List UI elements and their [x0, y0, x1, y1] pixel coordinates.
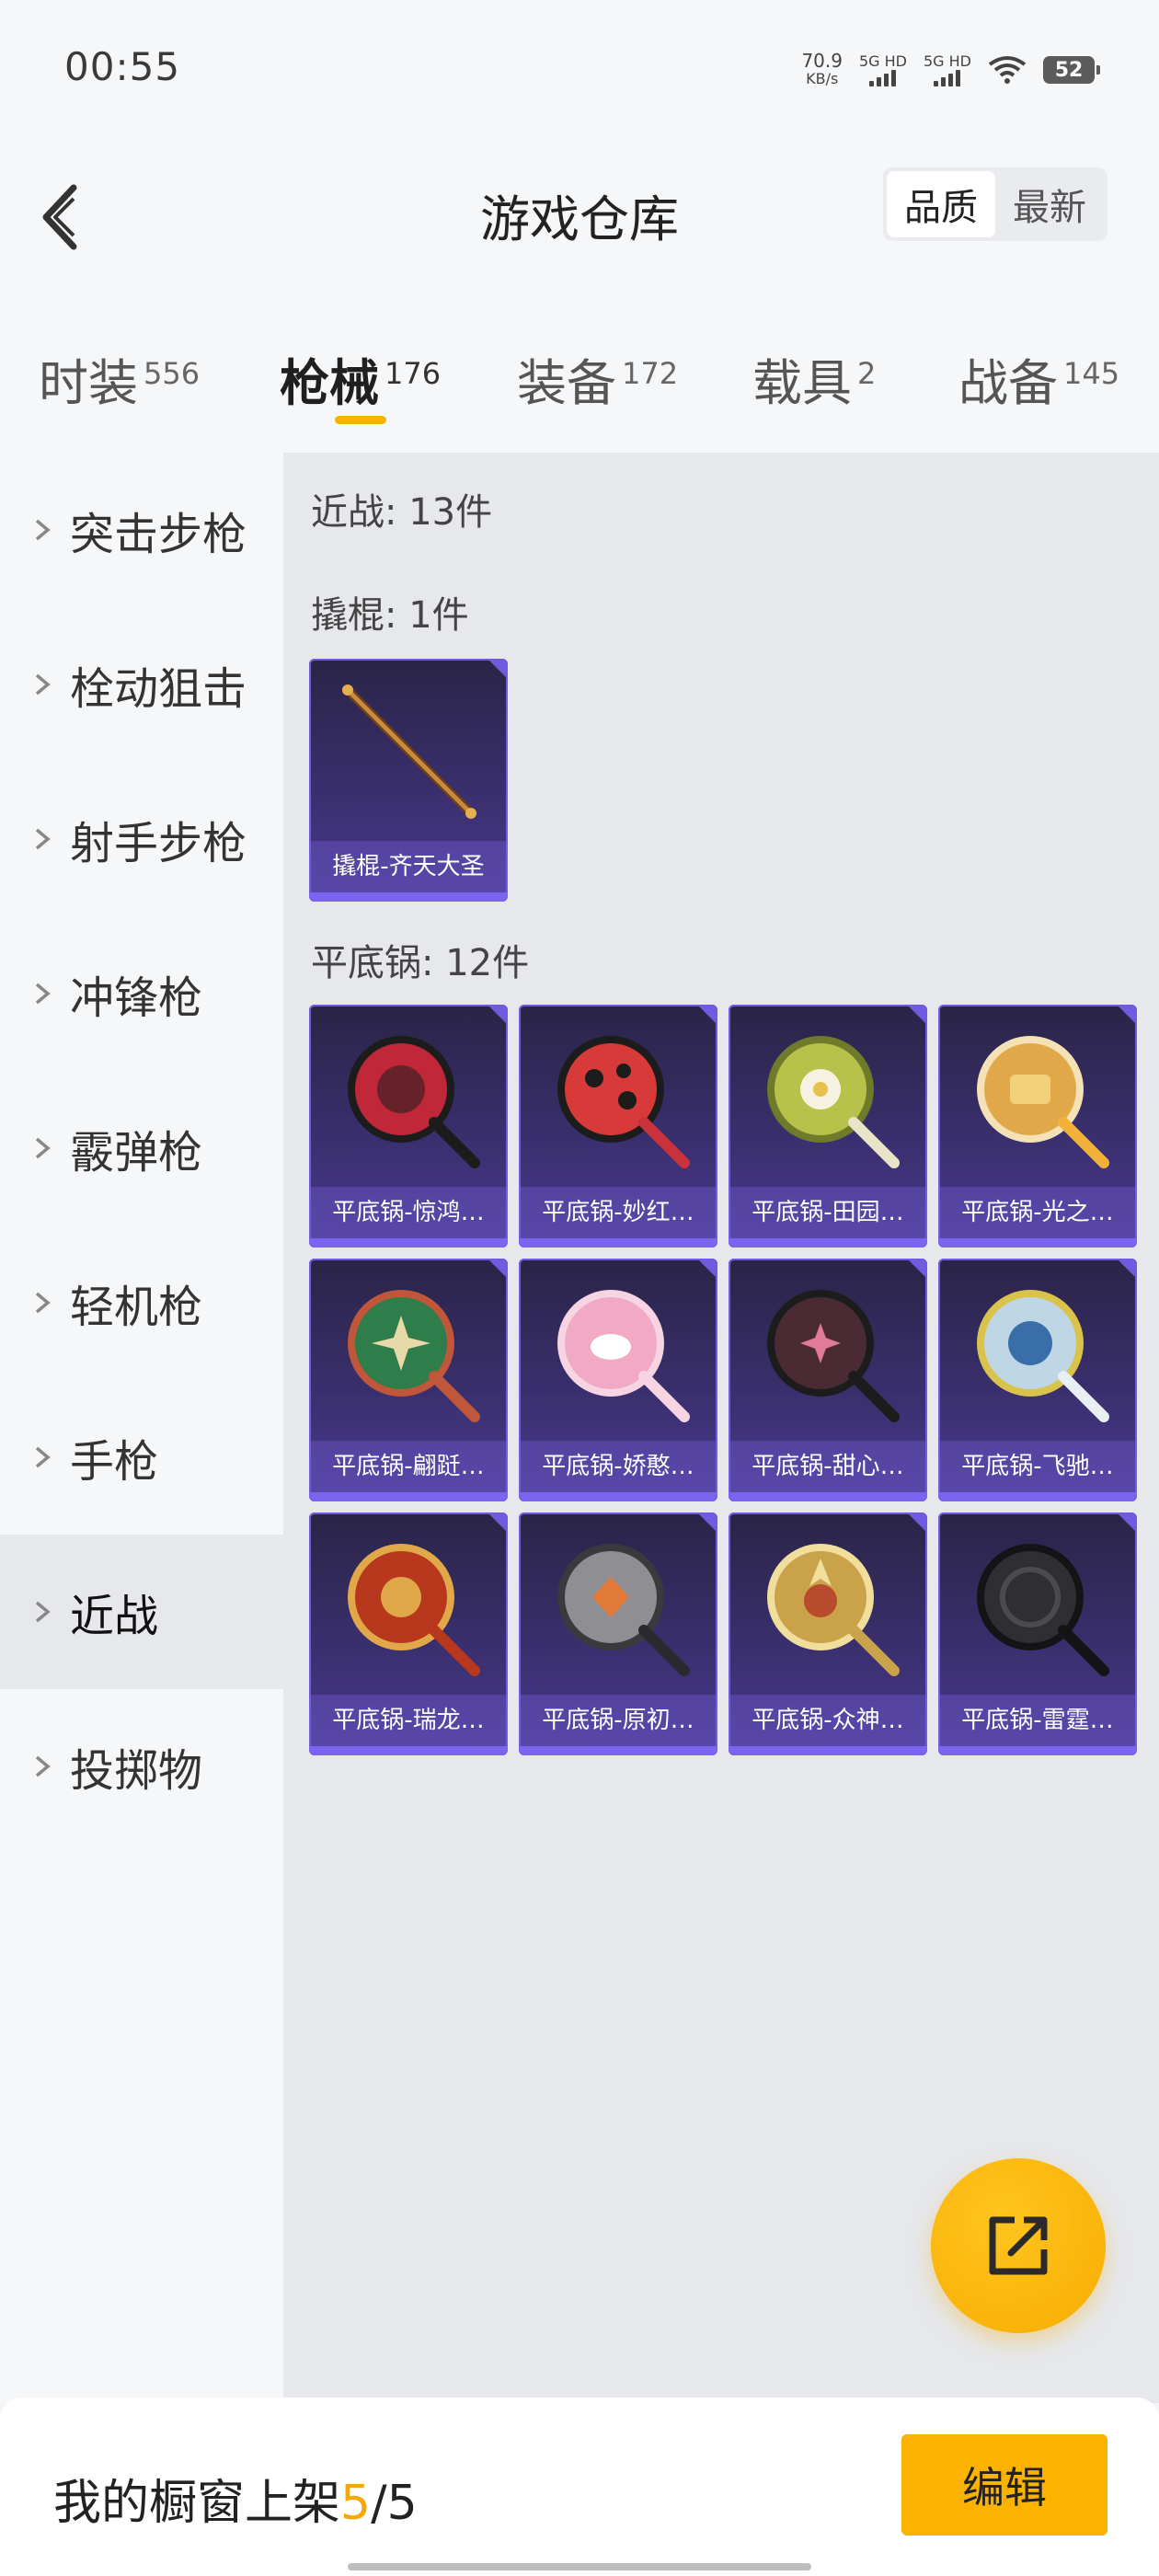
- pan-icon: [977, 1544, 1109, 1676]
- tab-equipment[interactable]: 装备 172: [517, 342, 678, 415]
- item-card[interactable]: 平底锅-田园…: [729, 1005, 927, 1248]
- tab-guns[interactable]: 枪械 176: [280, 342, 441, 424]
- tab-supplies[interactable]: 战备 145: [958, 342, 1119, 415]
- chevron-right-icon: [35, 1137, 51, 1159]
- pan-icon: [348, 1290, 480, 1422]
- item-name: 平底锅-光之…: [938, 1187, 1137, 1238]
- status-time: 00:55: [64, 44, 181, 89]
- item-name: 平底锅-原初…: [519, 1695, 717, 1746]
- item-name: 平底锅-惊鸿…: [309, 1187, 508, 1238]
- item-card[interactable]: 平底锅-娇憨…: [519, 1259, 717, 1501]
- weapon-category-sidebar: 突击步枪 栓动狙击 射手步枪 冲锋枪 霰弹枪 轻机枪 手枪 近战 投掷物: [0, 453, 283, 2403]
- item-name: 平底锅-翩跹…: [309, 1441, 508, 1492]
- item-card[interactable]: 平底锅-甜心…: [729, 1259, 927, 1501]
- item-card[interactable]: 平底锅-众神…: [729, 1512, 927, 1755]
- item-name: 平底锅-田园…: [729, 1187, 927, 1238]
- signal-icon-sim1: 5G HD: [859, 53, 907, 86]
- chevron-right-icon: [35, 1446, 51, 1468]
- item-card[interactable]: 平底锅-飞驰…: [938, 1259, 1137, 1501]
- pan-icon: [767, 1290, 900, 1422]
- wifi-icon: [988, 56, 1027, 84]
- item-card[interactable]: 平底锅-瑞龙…: [309, 1512, 508, 1755]
- inventory-content: 近战: 13件 撬棍: 1件 撬棍-齐天大圣 平底锅: 12件 平底锅-惊鸿… …: [283, 453, 1159, 2403]
- item-name: 平底锅-妙红…: [519, 1187, 717, 1238]
- tab-vehicles[interactable]: 载具 2: [752, 342, 876, 415]
- item-name: 平底锅-雷霆…: [938, 1695, 1137, 1746]
- item-card[interactable]: 平底锅-惊鸿…: [309, 1005, 508, 1248]
- pan-icon: [767, 1036, 900, 1168]
- sidebar-item-assault-rifle[interactable]: 突击步枪: [0, 453, 283, 607]
- sidebar-item-marksman-rifle[interactable]: 射手步枪: [0, 762, 283, 916]
- item-name: 撬棍-齐天大圣: [309, 841, 508, 892]
- sort-quality-button[interactable]: 品质: [887, 171, 995, 237]
- showcase-current-count: 5: [340, 2476, 372, 2531]
- chevron-right-icon: [35, 1601, 51, 1623]
- share-button[interactable]: [931, 2158, 1106, 2333]
- tab-fashion[interactable]: 时装 556: [39, 342, 200, 415]
- item-name: 平底锅-甜心…: [729, 1441, 927, 1492]
- item-name: 平底锅-众神…: [729, 1695, 927, 1746]
- sidebar-item-smg[interactable]: 冲锋枪: [0, 916, 283, 1071]
- sidebar-item-melee[interactable]: 近战: [0, 1535, 283, 1689]
- edit-button[interactable]: 编辑: [901, 2434, 1107, 2536]
- page-header: 游戏仓库 品质 最新: [0, 116, 1159, 291]
- sidebar-item-lmg[interactable]: 轻机枪: [0, 1225, 283, 1380]
- sidebar-item-shotgun[interactable]: 霰弹枪: [0, 1071, 283, 1225]
- showcase-status: 我的橱窗上架5/5: [53, 2476, 418, 2531]
- sidebar-item-pistol[interactable]: 手枪: [0, 1380, 283, 1535]
- chevron-right-icon: [35, 1755, 51, 1777]
- share-icon: [989, 2216, 1048, 2275]
- status-icons: 70.9 KB/s 5G HD 5G HD 52: [801, 48, 1100, 92]
- net-speed: 70.9 KB/s: [801, 50, 843, 87]
- chevron-right-icon: [35, 983, 51, 1005]
- home-indicator: [348, 2563, 811, 2570]
- bottom-bar: 我的橱窗上架5/5 编辑: [0, 2398, 1159, 2576]
- chevron-right-icon: [35, 1292, 51, 1314]
- item-card[interactable]: 平底锅-雷霆…: [938, 1512, 1137, 1755]
- crowbar-icon: [342, 684, 476, 819]
- status-bar: 00:55 70.9 KB/s 5G HD 5G HD 52: [0, 0, 1159, 116]
- sort-newest-button[interactable]: 最新: [995, 171, 1104, 237]
- pan-icon: [557, 1036, 690, 1168]
- group-label-pan: 平底锅: 12件: [311, 942, 530, 984]
- group-label-crowbar: 撬棍: 1件: [311, 594, 469, 637]
- tab-active-indicator: [335, 416, 386, 424]
- pan-icon: [557, 1290, 690, 1422]
- sort-toggle: 品质 最新: [883, 167, 1107, 241]
- item-card[interactable]: 平底锅-妙红…: [519, 1005, 717, 1248]
- pan-icon: [977, 1290, 1109, 1422]
- chevron-right-icon: [35, 519, 51, 541]
- item-card[interactable]: 平底锅-光之…: [938, 1005, 1137, 1248]
- category-tabs: 时装 556 枪械 176 装备 172 载具 2 战备 145: [0, 291, 1159, 453]
- pan-icon: [348, 1544, 480, 1676]
- item-name: 平底锅-娇憨…: [519, 1441, 717, 1492]
- showcase-total-count: 5: [386, 2476, 418, 2531]
- pan-icon: [557, 1544, 690, 1676]
- chevron-right-icon: [35, 673, 51, 696]
- item-name: 平底锅-飞驰…: [938, 1441, 1137, 1492]
- pan-icon: [767, 1544, 900, 1676]
- pan-icon: [348, 1036, 480, 1168]
- signal-icon-sim2: 5G HD: [924, 53, 971, 86]
- pan-icon: [977, 1036, 1109, 1168]
- item-card[interactable]: 平底锅-翩跹…: [309, 1259, 508, 1501]
- sidebar-item-bolt-sniper[interactable]: 栓动狙击: [0, 607, 283, 762]
- item-card[interactable]: 平底锅-原初…: [519, 1512, 717, 1755]
- sidebar-item-throwable[interactable]: 投掷物: [0, 1689, 283, 1844]
- item-card[interactable]: 撬棍-齐天大圣: [309, 659, 508, 902]
- chevron-right-icon: [35, 828, 51, 850]
- melee-summary: 近战: 13件: [311, 491, 493, 534]
- battery-icon: 52: [1043, 56, 1100, 84]
- item-name: 平底锅-瑞龙…: [309, 1695, 508, 1746]
